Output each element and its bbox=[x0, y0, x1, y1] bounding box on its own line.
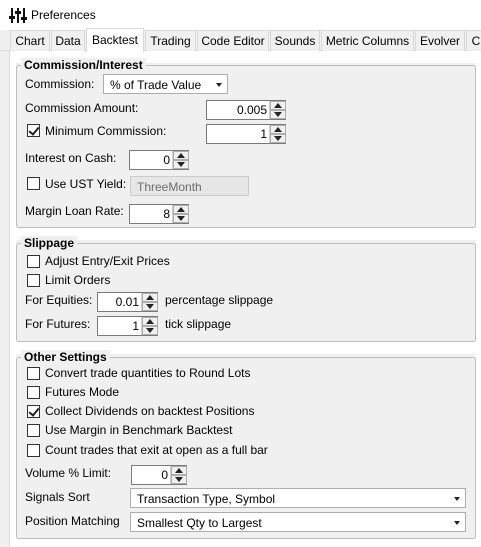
commission-group-title: Commission/Interest bbox=[21, 58, 146, 72]
interest-on-cash-stepper[interactable]: 0 bbox=[129, 150, 189, 170]
full-bar-checkbox[interactable] bbox=[27, 444, 40, 457]
tab-overflow[interactable]: C bbox=[466, 30, 481, 51]
tab-trading[interactable]: Trading bbox=[145, 30, 196, 51]
benchmark-margin-checkbox[interactable] bbox=[27, 424, 40, 437]
signals-sort-label: Signals Sort bbox=[25, 490, 90, 504]
use-ust-yield-checkbox[interactable] bbox=[27, 177, 40, 190]
adjust-prices-checkbox[interactable] bbox=[27, 255, 40, 268]
round-lots-checkbox[interactable] bbox=[27, 367, 40, 380]
commission-label: Commission: bbox=[25, 77, 95, 91]
collect-dividends-label: Collect Dividends on backtest Positions bbox=[45, 404, 255, 418]
equities-slippage-value: 0.01 bbox=[115, 295, 139, 309]
tab-backtest[interactable]: Backtest bbox=[86, 28, 144, 52]
spin-up-icon[interactable] bbox=[142, 293, 158, 302]
commission-amount-stepper[interactable]: 0.005 bbox=[206, 100, 286, 120]
interest-on-cash-value: 0 bbox=[163, 153, 170, 167]
signals-sort-value: Transaction Type, Symbol bbox=[137, 492, 276, 506]
spin-up-icon[interactable] bbox=[173, 151, 189, 160]
limit-orders-label: Limit Orders bbox=[45, 273, 111, 287]
margin-loan-rate-stepper[interactable]: 8 bbox=[129, 204, 189, 224]
commission-amount-value: 0.005 bbox=[236, 103, 267, 117]
round-lots-label: Convert trade quantities to Round Lots bbox=[45, 366, 251, 380]
commission-amount-label: Commission Amount: bbox=[25, 101, 139, 115]
full-bar-label: Count trades that exit at open as a full… bbox=[45, 443, 268, 457]
spin-up-icon[interactable] bbox=[171, 466, 187, 475]
limit-orders-checkbox[interactable] bbox=[27, 274, 40, 287]
interest-on-cash-label: Interest on Cash: bbox=[25, 151, 117, 165]
tab-chart[interactable]: Chart bbox=[10, 30, 50, 51]
spin-down-icon[interactable] bbox=[173, 214, 189, 223]
sliders-icon bbox=[9, 8, 27, 23]
commission-type-select[interactable]: % of Trade Value bbox=[103, 74, 228, 94]
for-equities-label: For Equities: bbox=[25, 293, 93, 307]
tab-evolver[interactable]: Evolver bbox=[415, 30, 465, 51]
ust-yield-value: ThreeMonth bbox=[137, 180, 202, 194]
adjust-prices-label: Adjust Entry/Exit Prices bbox=[45, 254, 170, 268]
futures-slippage-stepper[interactable]: 1 bbox=[97, 316, 158, 336]
position-matching-label: Position Matching bbox=[25, 514, 120, 528]
spin-up-icon[interactable] bbox=[142, 317, 158, 326]
benchmark-margin-label: Use Margin in Benchmark Backtest bbox=[45, 423, 233, 437]
volume-limit-label: Volume % Limit: bbox=[25, 466, 112, 480]
minimum-commission-label: Minimum Commission: bbox=[45, 124, 167, 138]
position-matching-value: Smallest Qty to Largest bbox=[137, 516, 262, 530]
minimum-commission-value: 1 bbox=[260, 127, 267, 141]
for-futures-label: For Futures: bbox=[25, 317, 91, 331]
tab-metric-columns[interactable]: Metric Columns bbox=[321, 30, 414, 51]
equities-slippage-stepper[interactable]: 0.01 bbox=[97, 292, 158, 312]
margin-loan-rate-label: Margin Loan Rate: bbox=[25, 204, 124, 218]
spin-down-icon[interactable] bbox=[270, 110, 286, 119]
position-matching-select[interactable]: Smallest Qty to Largest bbox=[130, 512, 466, 532]
ust-yield-field: ThreeMonth bbox=[130, 176, 249, 196]
collect-dividends-checkbox[interactable] bbox=[27, 405, 40, 418]
other-settings-title: Other Settings bbox=[21, 350, 110, 364]
tab-sounds[interactable]: Sounds bbox=[270, 30, 320, 51]
spin-down-icon[interactable] bbox=[142, 302, 158, 311]
spin-up-icon[interactable] bbox=[270, 125, 286, 134]
tab-strip: Chart Data Backtest Trading Code Editor … bbox=[0, 28, 481, 52]
spin-down-icon[interactable] bbox=[142, 326, 158, 335]
minimum-commission-stepper[interactable]: 1 bbox=[206, 124, 286, 144]
title-bar: Preferences bbox=[0, 0, 481, 30]
chevron-down-icon bbox=[454, 497, 460, 501]
spin-down-icon[interactable] bbox=[171, 475, 187, 484]
chevron-down-icon bbox=[216, 83, 222, 87]
use-ust-yield-label: Use UST Yield: bbox=[45, 177, 127, 191]
signals-sort-select[interactable]: Transaction Type, Symbol bbox=[130, 488, 466, 508]
spin-down-icon[interactable] bbox=[270, 134, 286, 143]
futures-mode-label: Futures Mode bbox=[45, 385, 120, 399]
volume-limit-value: 0 bbox=[161, 468, 168, 482]
tab-code-editor[interactable]: Code Editor bbox=[197, 30, 269, 51]
spin-down-icon[interactable] bbox=[173, 160, 189, 169]
slippage-group-title: Slippage bbox=[21, 236, 78, 250]
volume-limit-stepper[interactable]: 0 bbox=[131, 465, 187, 485]
minimum-commission-checkbox[interactable] bbox=[27, 124, 40, 137]
chevron-down-icon bbox=[454, 521, 460, 525]
margin-loan-rate-value: 8 bbox=[163, 207, 170, 221]
futures-mode-checkbox[interactable] bbox=[27, 386, 40, 399]
spin-up-icon[interactable] bbox=[173, 205, 189, 214]
tab-data[interactable]: Data bbox=[51, 30, 85, 51]
futures-suffix: tick slippage bbox=[165, 317, 232, 331]
equities-suffix: percentage slippage bbox=[165, 293, 274, 307]
spin-up-icon[interactable] bbox=[270, 101, 286, 110]
window-title: Preferences bbox=[31, 8, 96, 22]
futures-slippage-value: 1 bbox=[132, 319, 139, 333]
commission-type-value: % of Trade Value bbox=[110, 78, 202, 92]
